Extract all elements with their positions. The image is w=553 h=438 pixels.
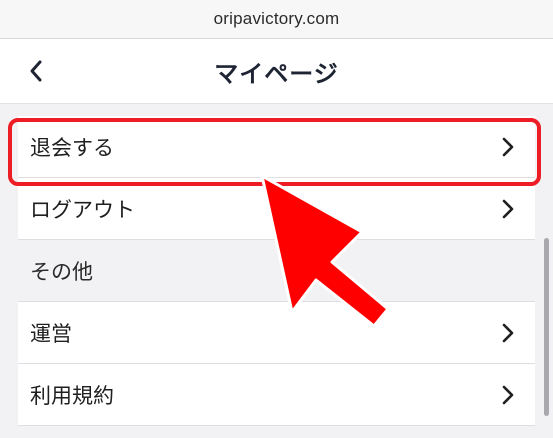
menu-item-logout[interactable]: ログアウト (18, 178, 535, 240)
url-text: oripavictory.com (213, 9, 340, 28)
chevron-left-icon (30, 60, 42, 82)
address-bar[interactable]: oripavictory.com (0, 0, 553, 39)
menu-item-label: 利用規約 (30, 383, 114, 408)
menu-item-withdraw[interactable]: 退会する (18, 116, 535, 178)
chevron-right-icon (501, 178, 515, 239)
scrollbar[interactable] (544, 238, 549, 416)
section-label: その他 (30, 259, 93, 284)
header-gap (0, 104, 553, 116)
menu-item-operator[interactable]: 運営 (18, 302, 535, 364)
app-header: マイページ (0, 39, 553, 104)
menu-list: 退会する ログアウト その他 運営 利用規約 (18, 116, 535, 426)
menu-item-label: ログアウト (30, 197, 135, 222)
menu-item-label: 退会する (30, 135, 114, 160)
section-header-other: その他 (18, 240, 535, 302)
menu-item-label: 運営 (30, 321, 72, 346)
menu-item-terms[interactable]: 利用規約 (18, 364, 535, 426)
page-title: マイページ (214, 59, 339, 88)
back-button[interactable] (18, 53, 54, 89)
chevron-right-icon (501, 116, 515, 177)
chevron-right-icon (501, 364, 515, 425)
chevron-right-icon (501, 302, 515, 363)
